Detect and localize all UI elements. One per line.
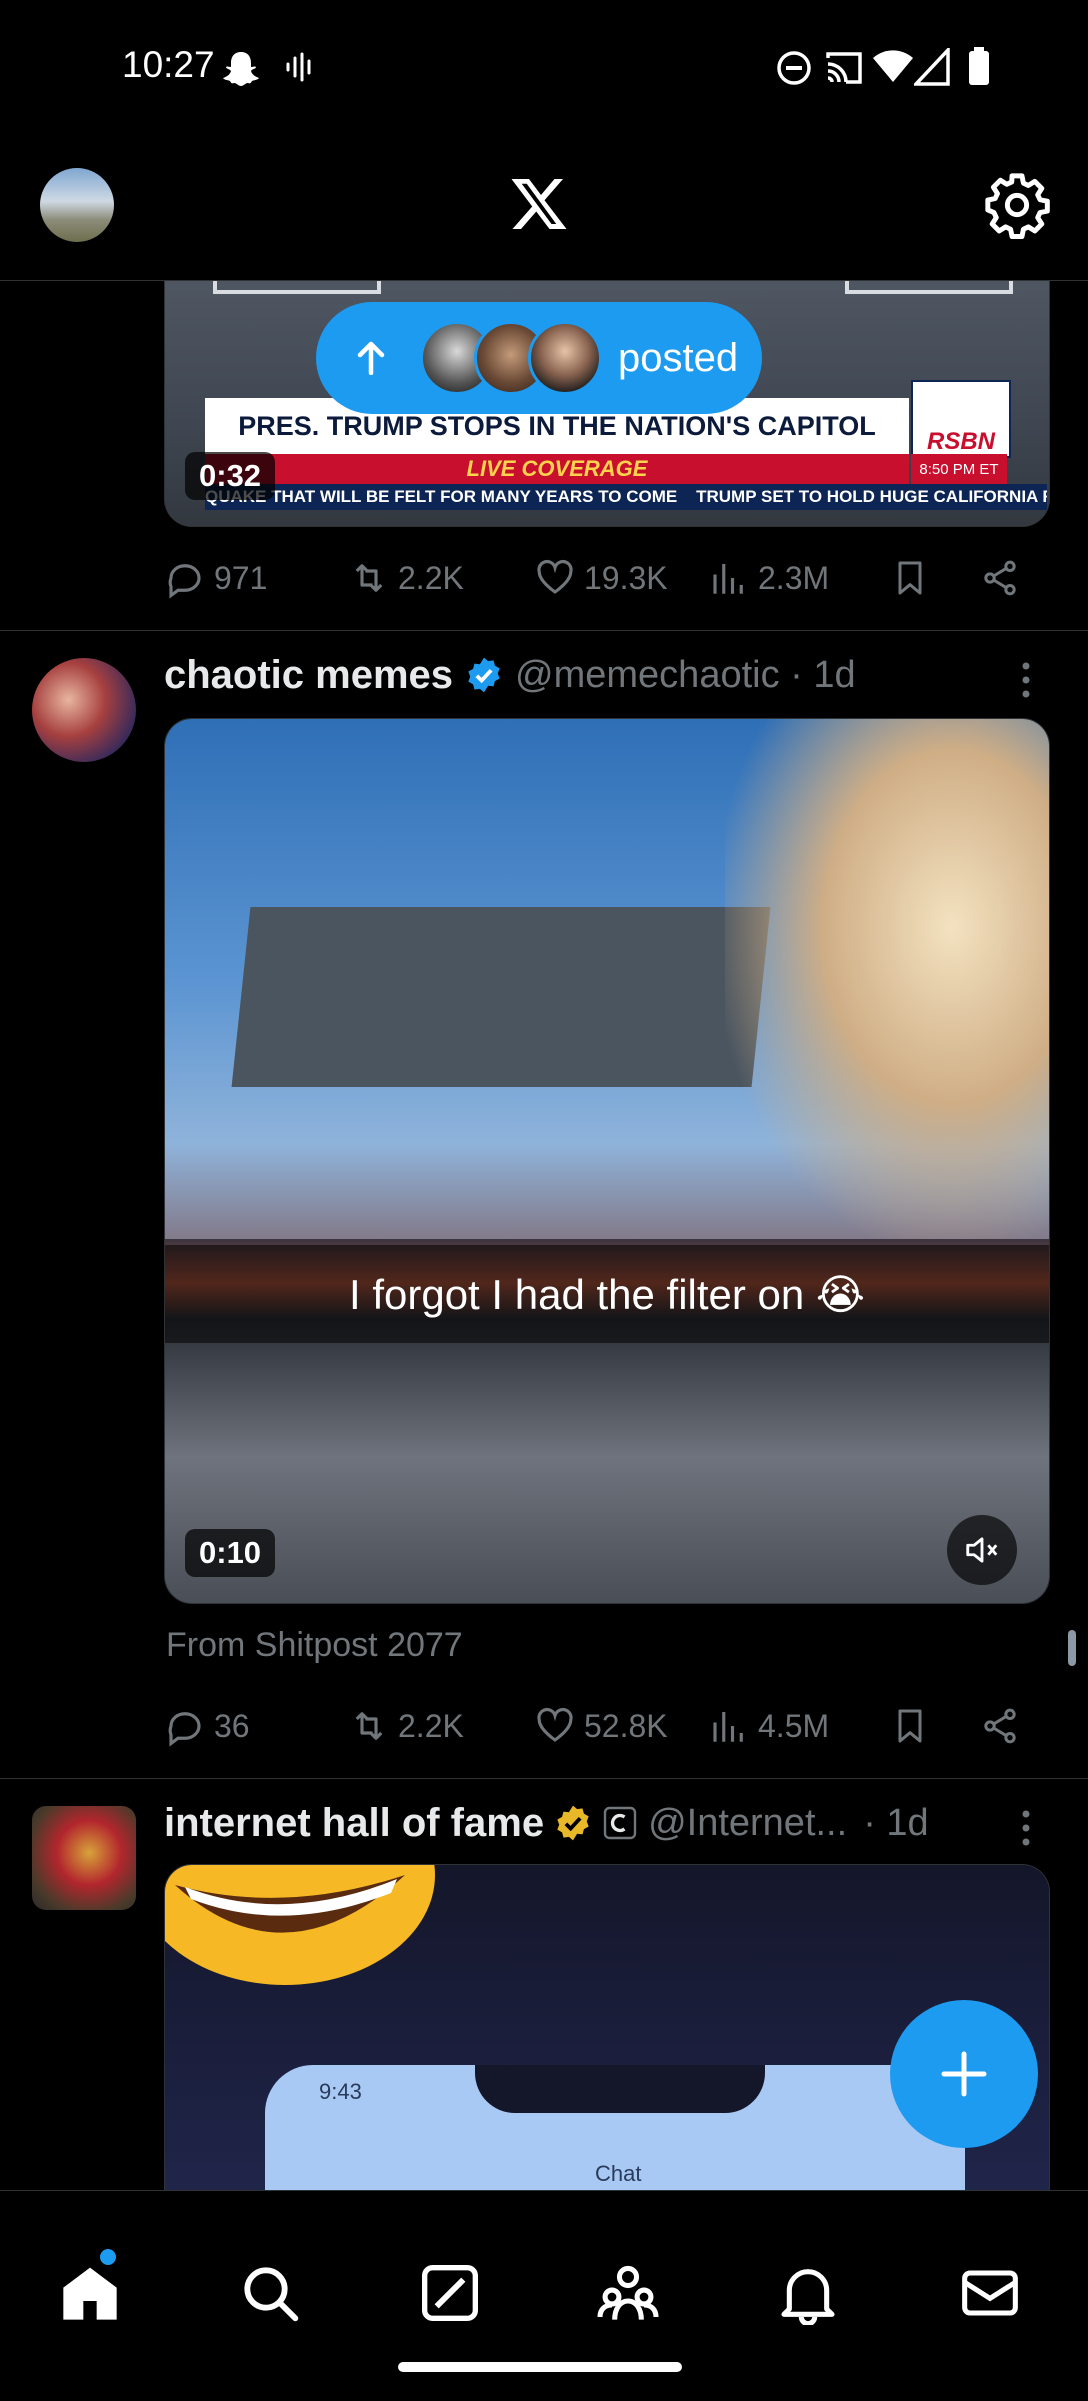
views-button[interactable]: 4.5M [708,1696,829,1756]
author-handle: @memechaotic · 1d [515,653,856,696]
video-hair [725,719,1049,1239]
news-ticker: QUAKE THAT WILL BE FELT FOR MANY YEARS T… [205,484,1047,510]
status-time: 10:27 [122,44,215,85]
do-not-disturb-icon [777,51,811,85]
views-count: 4.5M [758,1707,830,1744]
like-count: 52.8K [584,1707,668,1744]
views-count: 2.3M [758,559,830,596]
repost-count: 2.2K [398,1707,464,1744]
reply-count: 36 [214,1707,250,1744]
phone-time: 9:43 [319,2079,362,2104]
like-count: 19.3K [584,559,668,596]
video-caption: I forgot I had the filter on 😭 [348,1270,866,1318]
video-duration: 0:32 [185,452,276,500]
author-name[interactable]: internet hall of fame [164,1801,544,1846]
voice-icon [286,52,311,82]
more-options-icon[interactable] [1020,1808,1032,1848]
video-duration: 0:10 [185,1529,276,1577]
repost-button[interactable]: 2.2K [348,548,464,608]
affiliate-badge-icon [603,1806,637,1840]
home-icon[interactable] [58,2261,122,2325]
author-name[interactable]: chaotic memes [164,653,453,698]
grok-icon[interactable] [418,2261,482,2325]
tweet2-avatar[interactable] [32,658,136,762]
phone-notch [475,2065,765,2113]
heart-icon [537,560,573,594]
bookmark-icon[interactable] [890,1706,930,1746]
repost-icon [355,564,383,592]
plus-icon [941,2051,987,2097]
tweet2-header: chaotic memes @memechaotic · 1d [164,650,856,700]
verified-badge-icon [468,657,500,693]
x-logo-icon[interactable] [509,174,569,234]
news-banner-headline: PRES. TRUMP STOPS IN THE NATION'S CAPITO… [238,410,876,441]
notification-dot [100,2249,116,2265]
repost-button[interactable]: 2.2K [348,1696,464,1756]
heart-icon [537,1708,573,1742]
post-time: · 1d [863,1801,929,1844]
posted-label: posted [618,335,739,380]
muted-speaker-icon [966,1537,998,1563]
divider [0,1778,1088,1779]
reply-count: 971 [214,559,268,596]
tweet3-avatar[interactable] [32,1806,136,1910]
gesture-navigation-bar[interactable] [398,2362,682,2372]
more-options-icon[interactable] [1020,660,1032,700]
wifi-icon [873,50,913,82]
top-app-bar [0,130,1088,281]
tweet2-actions: 36 2.2K 52.8K 4.5M [164,1696,1040,1756]
video-caption-bar: I forgot I had the filter on 😭 [165,1245,1049,1343]
share-icon[interactable] [980,1706,1020,1746]
new-posts-pill[interactable]: posted [316,302,762,414]
reply-icon [168,1712,201,1747]
reply-button[interactable]: 36 [164,1696,250,1756]
author-handle: @Internet... [648,1801,848,1844]
search-icon[interactable] [238,2261,302,2325]
repost-count: 2.2K [398,559,464,596]
news-clock: 8:50 PM ET [911,454,1007,484]
source-attribution[interactable]: From Shitpost 2077 [166,1626,463,1665]
arrow-up-icon [357,341,385,375]
snapchat-icon [223,52,259,86]
reply-button[interactable]: 971 [164,548,267,608]
like-button[interactable]: 19.3K [534,548,668,608]
divider [0,630,1088,631]
battery-icon [969,47,989,85]
scroll-indicator[interactable] [1068,1630,1076,1666]
bookmark-icon[interactable] [890,558,930,598]
repost-icon [355,1712,383,1740]
status-bar: 10:27 [0,0,1088,130]
profile-avatar[interactable] [40,168,114,242]
share-icon[interactable] [980,558,1020,598]
like-button[interactable]: 52.8K [534,1696,668,1756]
bell-icon[interactable] [776,2261,840,2325]
communities-icon[interactable] [596,2261,660,2325]
reply-icon [168,564,201,599]
gear-icon[interactable] [982,170,1052,240]
views-icon [713,564,743,594]
views-button[interactable]: 2.3M [708,548,829,608]
network-logo: RSBN [911,380,1011,458]
tweet2-video[interactable]: I forgot I had the filter on 😭 0:10 [164,718,1050,1604]
cellular-signal-icon [914,48,950,86]
mute-button[interactable] [947,1515,1017,1585]
laughing-emoji-icon [165,1865,435,1985]
views-icon [713,1712,743,1742]
video-building [231,907,771,1087]
phone-label: Chat [595,2161,642,2186]
news-banner-sub: LIVE COVERAGE [205,454,909,484]
tweet1-actions: 971 2.2K 19.3K 2.3M [164,548,1040,608]
cast-icon [826,52,862,84]
phone-screen: 9:43 Chat [265,2065,965,2191]
tweet3-header: internet hall of fame @Internet... · 1d [164,1798,929,1848]
mail-icon[interactable] [958,2261,1022,2325]
compose-fab[interactable] [890,2000,1038,2148]
verified-gold-badge-icon [557,1805,589,1841]
poster-avatar [528,321,602,395]
